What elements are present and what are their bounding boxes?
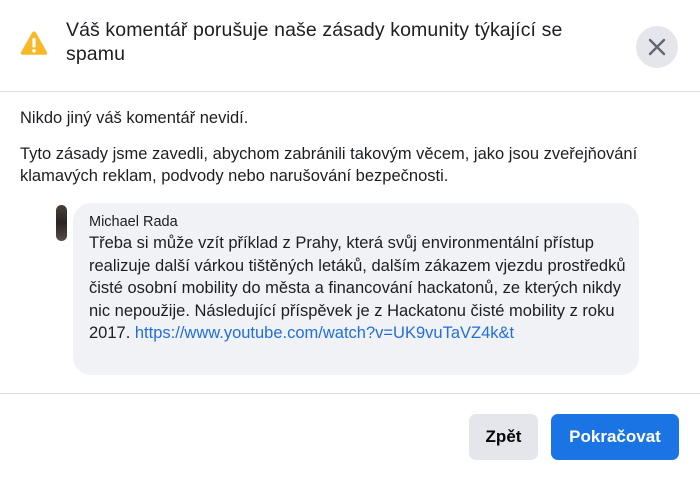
dialog-title: Váš komentář porušuje naše zásady komuni… bbox=[66, 19, 563, 65]
comment-bubble: Michael Rada Třeba si může vzít příklad … bbox=[73, 203, 639, 375]
comment-text: Třeba si může vzít příklad z Prahy, kter… bbox=[89, 232, 629, 345]
avatar bbox=[56, 205, 67, 241]
close-icon bbox=[648, 38, 666, 56]
policy-explanation: Tyto zásady jsme zavedli, abychom zabrán… bbox=[20, 145, 638, 185]
visibility-notice: Nikdo jiný váš komentář nevidí. bbox=[20, 109, 249, 127]
dialog-footer: Zpět Pokračovat bbox=[0, 393, 700, 480]
spam-warning-dialog: Váš komentář porušuje naše zásady komuni… bbox=[0, 0, 700, 480]
close-button[interactable] bbox=[636, 26, 678, 68]
comment-author: Michael Rada bbox=[89, 214, 178, 230]
continue-button[interactable]: Pokračovat bbox=[551, 414, 679, 460]
dialog-header: Váš komentář porušuje naše zásady komuni… bbox=[0, 0, 700, 92]
comment-link[interactable]: https://www.youtube.com/watch?v=UK9vuTaV… bbox=[135, 324, 514, 342]
back-button[interactable]: Zpět bbox=[469, 414, 538, 460]
warning-icon bbox=[20, 31, 48, 55]
